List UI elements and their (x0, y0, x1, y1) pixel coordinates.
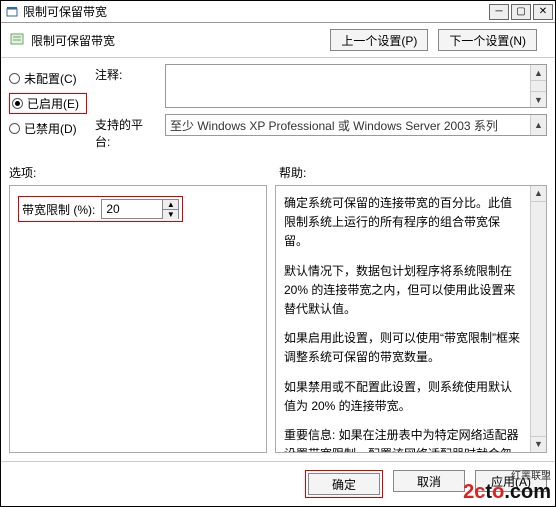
next-setting-button[interactable]: 下一个设置(N) (438, 29, 537, 51)
help-text: 确定系统可保留的连接带宽的百分比。此值限制系统上运行的所有程序的组合带宽保留。 … (284, 194, 522, 453)
content-area: 未配置(C) 已启用(E) 已禁用(D) 注释: (1, 58, 555, 461)
supported-on-text: 至少 Windows XP Professional 或 Windows Ser… (170, 117, 498, 134)
bandwidth-limit-input[interactable] (102, 200, 162, 218)
options-panel: 带宽限制 (%): ▲ ▼ (9, 185, 267, 453)
toolbar: 限制可保留带宽 上一个设置(P) 下一个设置(N) (1, 23, 555, 58)
apply-button[interactable]: 应用(A) (475, 470, 547, 492)
radio-not-configured[interactable]: 未配置(C) (9, 70, 87, 87)
help-panel: 确定系统可保留的连接带宽的百分比。此值限制系统上运行的所有程序的组合带宽保留。 … (275, 185, 547, 453)
scroll-down-icon[interactable]: ▼ (531, 436, 546, 452)
radio-enabled[interactable]: 已启用(E) (12, 95, 84, 112)
cancel-button[interactable]: 取消 (393, 470, 465, 492)
comment-textarea[interactable]: ▲ ▼ (165, 64, 547, 108)
policy-icon (9, 32, 25, 48)
bandwidth-limit-label: 带宽限制 (%): (22, 201, 95, 218)
options-heading: 选项: (9, 164, 279, 181)
comment-label: 注释: (95, 64, 157, 108)
upper-section: 未配置(C) 已启用(E) 已禁用(D) 注释: (9, 64, 547, 150)
close-button[interactable]: ✕ (533, 4, 553, 20)
prev-setting-button[interactable]: 上一个设置(P) (330, 29, 428, 51)
minimize-button[interactable]: ─ (489, 4, 509, 20)
spinner-down-icon[interactable]: ▼ (163, 210, 178, 219)
scroll-up-icon[interactable]: ▲ (531, 186, 546, 202)
window-title: 限制可保留带宽 (23, 3, 489, 20)
comment-scrollbar[interactable]: ▲ ▼ (530, 65, 546, 107)
toolbar-title: 限制可保留带宽 (31, 32, 115, 49)
help-scrollbar[interactable]: ▲ ▼ (530, 186, 546, 452)
scroll-down-icon[interactable]: ▼ (531, 91, 546, 107)
bandwidth-limit-spinner[interactable]: ▲ ▼ (101, 199, 179, 219)
spinner-up-icon[interactable]: ▲ (163, 200, 178, 210)
supported-on-box: 至少 Windows XP Professional 或 Windows Ser… (165, 114, 547, 136)
dialog-footer: 确定 取消 应用(A) (1, 461, 555, 506)
help-heading: 帮助: (279, 164, 547, 181)
maximize-button[interactable]: ▢ (511, 4, 531, 20)
platform-scroll-up-icon[interactable]: ▲ (530, 115, 546, 135)
dialog-window: 限制可保留带宽 ─ ▢ ✕ 限制可保留带宽 上一个设置(P) 下一个设置(N) … (0, 0, 556, 507)
state-radio-group: 未配置(C) 已启用(E) 已禁用(D) (9, 64, 87, 150)
ok-button[interactable]: 确定 (308, 473, 380, 495)
platform-label: 支持的平台: (95, 114, 157, 150)
window-icon (5, 5, 19, 19)
scroll-up-icon[interactable]: ▲ (531, 65, 546, 81)
titlebar: 限制可保留带宽 ─ ▢ ✕ (1, 1, 555, 23)
radio-disabled[interactable]: 已禁用(D) (9, 120, 87, 137)
